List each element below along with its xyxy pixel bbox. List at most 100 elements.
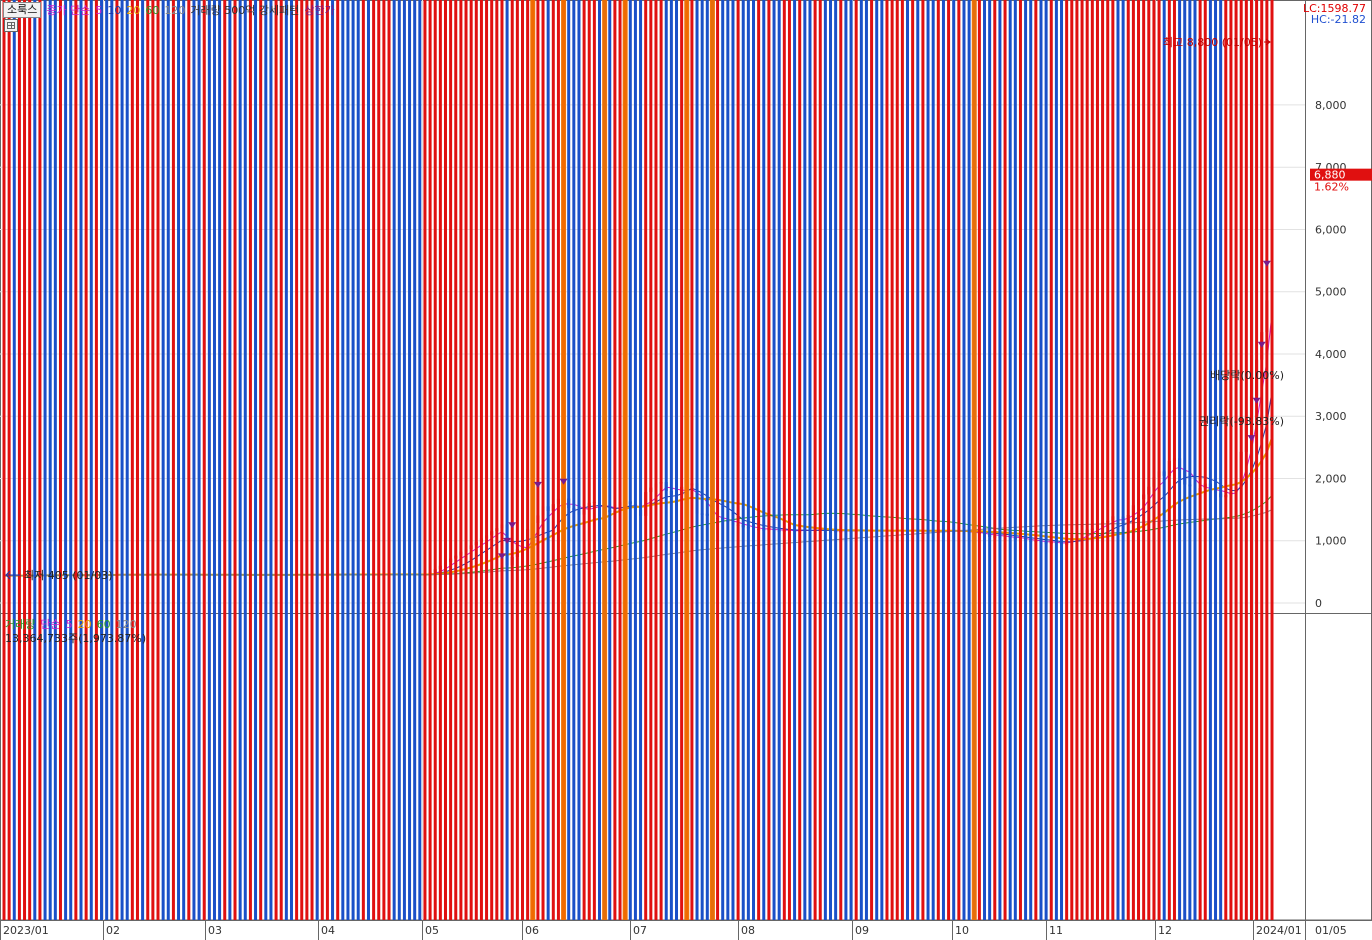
volume-bar xyxy=(387,0,391,920)
volume-bar xyxy=(58,0,62,920)
volume-bar xyxy=(408,0,412,920)
volume-bar xyxy=(418,0,422,920)
ma60-label: 60 xyxy=(145,3,160,17)
volume-bar xyxy=(592,0,596,920)
volume-bar xyxy=(17,0,21,920)
volume-bar xyxy=(212,0,216,920)
volume-bar xyxy=(762,0,766,920)
stock-name-selector[interactable]: 소룩스 xyxy=(3,2,42,18)
volume-bar xyxy=(1116,0,1120,920)
volume-bar xyxy=(587,0,591,920)
volume-bar xyxy=(1244,0,1248,920)
volume-bar xyxy=(977,0,981,920)
volume-bar xyxy=(880,0,884,920)
volume-bar xyxy=(941,0,945,920)
volume-bar xyxy=(926,0,930,920)
volume-bar xyxy=(916,0,920,920)
volume-bar xyxy=(495,0,499,921)
volume-bar xyxy=(1249,0,1253,920)
volume-bar xyxy=(130,0,134,920)
volume-bar xyxy=(1198,0,1202,920)
volume-bar xyxy=(690,0,694,920)
volume-bar xyxy=(366,0,370,920)
volume-bar xyxy=(572,0,576,920)
volume-bar xyxy=(402,0,406,920)
volume-bar xyxy=(1060,0,1064,920)
grid-toggle-icon[interactable] xyxy=(4,19,18,32)
volume-bar xyxy=(1085,0,1089,921)
volume-bar xyxy=(1239,0,1243,920)
volume-bar xyxy=(151,0,155,921)
volume-bar xyxy=(120,0,124,920)
volume-bar xyxy=(259,0,263,920)
volume-bar xyxy=(746,0,750,920)
volume-bar xyxy=(48,0,52,920)
volume-bar xyxy=(716,0,720,920)
volume-bar xyxy=(582,0,586,920)
volume-bar xyxy=(752,0,756,920)
volume-bar xyxy=(803,0,807,920)
volume-bar xyxy=(818,0,822,920)
volume-bar xyxy=(1193,0,1197,920)
volume-bars xyxy=(2,0,1274,921)
volume-bar xyxy=(962,0,966,920)
volume-bar xyxy=(100,0,104,920)
volume-bar xyxy=(1183,0,1187,920)
volume-bar xyxy=(536,0,540,920)
volume-bar xyxy=(146,0,150,920)
x-tick-label: 2024/01 xyxy=(1256,924,1302,937)
volume-total: 13,364,733주(1,973.87%) xyxy=(5,632,147,645)
volume-bar xyxy=(1008,0,1012,920)
volume-bar xyxy=(377,0,381,920)
price-tick-label: 6,000 xyxy=(1315,223,1347,236)
volume-bar xyxy=(1131,0,1135,920)
volume-bar xyxy=(675,0,679,920)
limit-label: 상한가 xyxy=(304,4,335,17)
volume-bar xyxy=(947,0,951,920)
volume-bar xyxy=(459,0,463,920)
volume-bar xyxy=(500,0,504,920)
volume-bar xyxy=(7,0,11,920)
volume-bar xyxy=(105,0,109,920)
volume-bar xyxy=(823,0,827,920)
volume-bar xyxy=(741,0,745,920)
volume-bar xyxy=(1034,0,1038,920)
volume-bar xyxy=(2,0,6,920)
volume-bar xyxy=(1260,0,1264,920)
volume-bar xyxy=(890,0,894,920)
limit-up-marker xyxy=(1262,260,1271,267)
signal-bar xyxy=(709,0,715,920)
limit-up-marker xyxy=(508,522,517,529)
volume-bar xyxy=(911,0,915,920)
volume-bar xyxy=(1167,0,1171,920)
volume-bar xyxy=(664,0,668,920)
volume-bar xyxy=(654,0,658,920)
volume-bar xyxy=(485,0,489,920)
volume-bar xyxy=(695,0,699,920)
x-tick-label: 10 xyxy=(955,924,969,937)
volume-bar xyxy=(1003,0,1007,920)
volume-bar xyxy=(33,0,37,920)
signal-bar xyxy=(602,0,608,920)
volume-bar xyxy=(1075,0,1079,920)
volume-bar xyxy=(1265,0,1269,920)
volume-bar xyxy=(895,0,899,920)
stock-chart: 01,0002,0003,0004,0005,0006,0007,0008,00… xyxy=(0,0,1372,940)
volume-bar xyxy=(854,0,858,920)
volume-bar xyxy=(346,0,350,920)
vol-ma60-label: 60 xyxy=(96,617,111,631)
volume-bar xyxy=(1137,0,1141,920)
signal-bar xyxy=(971,0,977,920)
volume-bar xyxy=(510,0,514,920)
volume-bar xyxy=(900,0,904,920)
volume-bar xyxy=(197,0,201,920)
volume-bar xyxy=(906,0,910,920)
x-last-label: 01/05 xyxy=(1315,924,1347,937)
rights-annotation: 권리락(-93.83%) xyxy=(1199,415,1284,428)
limit-up-marker xyxy=(1257,341,1266,348)
volume-bar xyxy=(264,0,268,920)
pattern-label: 거래량 500억 강세패턴 xyxy=(190,4,300,17)
volume-bar xyxy=(1219,0,1223,920)
volume-bar xyxy=(870,0,874,920)
volume-bar xyxy=(1208,0,1212,920)
